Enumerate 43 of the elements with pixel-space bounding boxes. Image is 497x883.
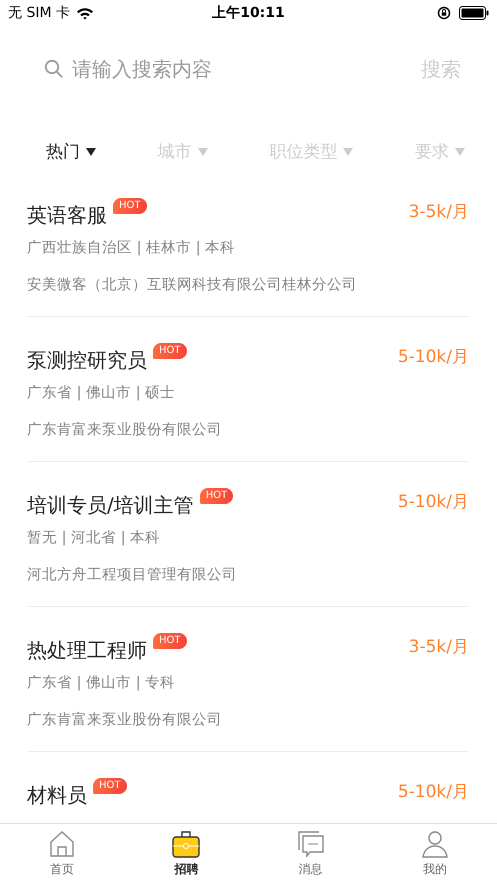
tab-bar-item[interactable]: 消息 (248, 824, 373, 883)
salary-label: 3-5k/月 (408, 636, 469, 658)
job-details: 暂无 | 河北省 | 本科 (27, 529, 162, 547)
wifi-icon (76, 6, 94, 20)
filter-tab[interactable]: 热门 (46, 140, 96, 172)
salary-label: 5-10k/月 (398, 781, 469, 803)
person-icon (420, 830, 449, 858)
job-title[interactable]: 热处理工程师 (27, 635, 147, 665)
job-details: 广西壮族自治区 | 桂林市 | 本科 (27, 238, 236, 257)
hot-badge: HOT (153, 343, 186, 359)
chat-bubbles-icon (296, 830, 325, 858)
carrier-label: 无 SIM 卡 (8, 4, 70, 22)
dropdown-caret-icon (198, 148, 208, 156)
salary-label: 3-5k/月 (408, 201, 469, 223)
briefcase-icon (172, 830, 200, 858)
dropdown-caret-icon (343, 148, 354, 156)
tab-bar-item[interactable]: 我的 (372, 824, 497, 883)
job-title[interactable]: 材料员 (27, 780, 87, 810)
clock-time: 上午10:11 (212, 5, 285, 21)
dropdown-caret-icon (454, 148, 465, 156)
salary-label: 5-10k/月 (398, 491, 469, 513)
job-title[interactable]: 泵测控研究员 (27, 345, 147, 375)
job-title[interactable]: 培训专员/培训主管 (27, 490, 194, 520)
hot-badge: HOT (153, 633, 186, 649)
dropdown-caret-icon (86, 148, 96, 156)
house-icon (49, 830, 76, 858)
tab-bar-item[interactable]: 招聘 (124, 824, 248, 883)
battery-icon (459, 6, 489, 20)
salary-label: 5-10k/月 (398, 346, 469, 368)
tab-bar-item[interactable]: 首页 (0, 824, 124, 883)
job-details: 广东省 | 佛山市 | 专科 (27, 674, 176, 692)
search-icon (44, 59, 64, 79)
hot-badge: HOT (93, 778, 126, 794)
search-field[interactable]: 请输入搜索内容 (72, 57, 413, 81)
company-name: 广东肯富来泵业股份有限公司 (27, 710, 223, 729)
hot-badge: HOT (113, 198, 146, 214)
job-details: 广东省 | 佛山市 | 硕士 (27, 384, 176, 402)
company-name: 安美微客（北京）互联网科技有限公司桂林分公司 (27, 276, 358, 294)
company-name: 广东肯富来泵业股份有限公司 (27, 420, 223, 439)
company-name: 河北方舟工程项目管理有限公司 (27, 566, 238, 584)
hot-badge: HOT (200, 488, 234, 504)
rotation-lock-icon (437, 6, 451, 20)
job-title[interactable]: 英语客服 (27, 200, 107, 230)
